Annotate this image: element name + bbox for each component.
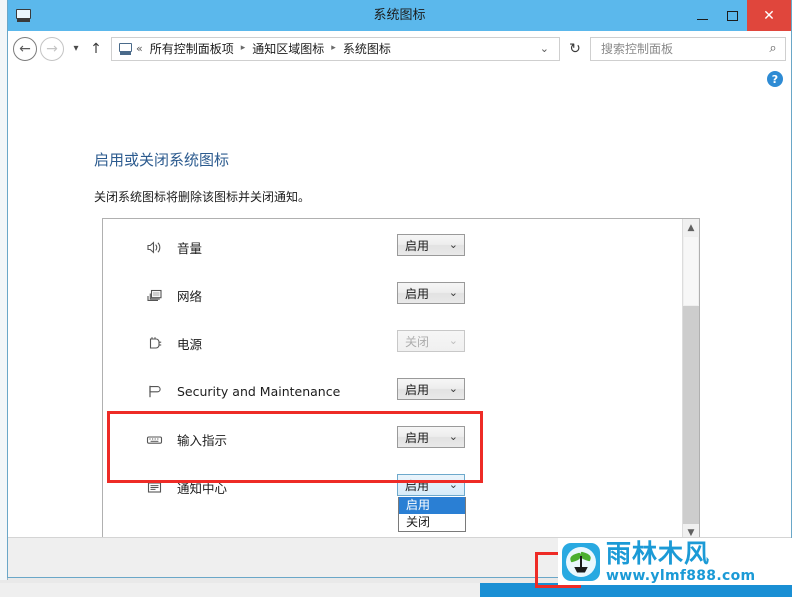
power-plug-icon-svg [149, 336, 161, 349]
content-area: ? 启用或关闭系统图标 关闭系统图标将删除该图标并关闭通知。 启用 [8, 66, 791, 597]
screen: 系统图标 ✕ ← → ▾ ↑ « 所有控制面板项 ▸ 通知区域图标 ▸ 系统图标… [0, 0, 792, 597]
taskbar-left-segment [0, 583, 480, 597]
breadcrumb-lead-separator: « [136, 42, 143, 55]
address-bar[interactable]: « 所有控制面板项 ▸ 通知区域图标 ▸ 系统图标 ⌄ [111, 36, 560, 61]
window-title: 系统图标 [373, 8, 426, 23]
window-icon [8, 0, 38, 31]
state-select-open[interactable]: 启用 ⌄ 启用 关闭 [397, 474, 466, 532]
notification-center-icon [143, 477, 165, 497]
breadcrumb-item-system-icons[interactable]: 系统图标 [340, 38, 394, 59]
control-panel-window: 系统图标 ✕ ← → ▾ ↑ « 所有控制面板项 ▸ 通知区域图标 ▸ 系统图标… [7, 0, 792, 597]
computer-icon [115, 42, 135, 55]
row-control: 启用 ⌄ [397, 234, 465, 256]
keyboard-icon-svg [146, 435, 162, 444]
page-title: 启用或关闭系统图标 [94, 151, 230, 169]
breadcrumb-separator-1[interactable]: ▸ [241, 44, 246, 53]
list-inner: 启用 ⌄ [103, 219, 682, 532]
scrollbar-track[interactable] [683, 306, 699, 524]
taskbar[interactable] [0, 583, 792, 597]
row-label: 音量 [177, 240, 203, 256]
search-input[interactable] [599, 40, 765, 57]
row-label: 通知中心 [177, 480, 228, 496]
row-control: 关闭 ⌄ [397, 330, 465, 352]
back-button[interactable]: ← [13, 36, 37, 61]
breadcrumb-item-all-items[interactable]: 所有控制面板项 [147, 38, 237, 59]
table-row[interactable]: Security and Maintenance 启用 ⌄ [103, 367, 682, 415]
state-select: 关闭 ⌄ [397, 330, 465, 352]
state-select-value: 启用 [405, 430, 430, 445]
watermark-url: www.ylmf888.com [606, 567, 756, 584]
volume-icon [143, 237, 165, 257]
state-select-value: 启用 [405, 238, 430, 253]
up-button[interactable]: ↑ [85, 37, 107, 61]
system-icons-list: 启用 ⌄ [102, 218, 700, 542]
navigation-bar: ← → ▾ ↑ « 所有控制面板项 ▸ 通知区域图标 ▸ 系统图标 ⌄ ↻ 搜索… [8, 31, 791, 66]
chevron-down-icon: ⌄ [448, 382, 458, 395]
chevron-down-icon: ⌄ [448, 286, 458, 299]
minimize-button[interactable] [687, 0, 717, 31]
row-control: 启用 ⌄ [397, 378, 465, 400]
row-control: 启用 ⌄ [397, 282, 465, 304]
state-select-options: 启用 关闭 [398, 497, 466, 532]
list-scroll-view: 启用 ⌄ [103, 219, 682, 541]
state-select[interactable]: 启用 ⌄ [397, 234, 465, 256]
maximize-button[interactable] [717, 0, 747, 31]
row-label: 网络 [177, 288, 203, 304]
keyboard-icon [143, 429, 165, 449]
network-icon-svg [146, 289, 162, 301]
scrollbar-thumb[interactable] [683, 236, 699, 306]
power-plug-icon [143, 333, 165, 353]
network-icon [143, 285, 165, 305]
state-select[interactable]: 启用 ⌄ [397, 426, 465, 448]
flag-icon [143, 381, 165, 401]
watermark-brand: 雨林木风 [606, 538, 711, 568]
recent-locations-button[interactable]: ▾ [67, 37, 85, 61]
monitor-icon [15, 9, 31, 22]
state-select[interactable]: 启用 ⌄ [397, 282, 465, 304]
page-description: 关闭系统图标将删除该图标并关闭通知。 [94, 190, 311, 204]
breadcrumb: « 所有控制面板项 ▸ 通知区域图标 ▸ 系统图标 [135, 38, 533, 59]
help-icon[interactable]: ? [767, 71, 783, 87]
state-select-value: 关闭 [405, 334, 430, 349]
refresh-button[interactable]: ↻ [564, 41, 586, 57]
table-row[interactable]: 音量 启用 ⌄ [103, 223, 682, 271]
volume-icon-svg [146, 240, 160, 254]
option-enable[interactable]: 启用 [399, 497, 465, 514]
row-label: 输入指示 [177, 432, 228, 448]
table-row[interactable]: 输入指示 启用 ⌄ [103, 415, 682, 463]
address-dropdown-icon[interactable]: ⌄ [533, 42, 556, 55]
sprout-logo-icon [562, 542, 600, 581]
option-disable[interactable]: 关闭 [399, 514, 465, 531]
row-label: 电源 [177, 336, 203, 352]
row-label: Security and Maintenance [177, 383, 341, 399]
state-select[interactable]: 启用 ⌄ [397, 378, 465, 400]
chevron-down-icon: ⌄ [448, 478, 458, 491]
close-button[interactable]: ✕ [747, 0, 791, 31]
row-control: 启用 ⌄ [397, 426, 465, 448]
chevron-down-icon: ⌄ [448, 430, 458, 443]
chevron-down-icon: ⌄ [448, 238, 458, 251]
watermark: 雨林木风 www.ylmf888.com [558, 538, 792, 585]
scroll-up-button[interactable]: ▲ [683, 219, 699, 236]
state-select-value: 启用 [405, 286, 430, 301]
row-control: 启用 ⌄ 启用 关闭 [397, 474, 466, 532]
search-icon[interactable]: ⌕ [765, 41, 781, 56]
table-row[interactable]: 电源 关闭 ⌄ [103, 319, 682, 367]
breadcrumb-item-notification-area[interactable]: 通知区域图标 [249, 38, 327, 59]
window-controls: ✕ [687, 0, 791, 31]
maximize-icon [726, 10, 738, 21]
list-scrollbar[interactable]: ▲ ▼ [682, 219, 699, 541]
search-box[interactable]: ⌕ [590, 36, 786, 61]
breadcrumb-separator-2[interactable]: ▸ [331, 44, 336, 53]
table-row[interactable]: 网络 启用 ⌄ [103, 271, 682, 319]
minimize-icon [696, 18, 708, 21]
forward-button[interactable]: → [40, 36, 64, 61]
state-select-value: 启用 [405, 478, 430, 493]
flag-icon-svg [148, 385, 161, 397]
notification-center-icon-svg [147, 481, 161, 493]
title-bar[interactable]: 系统图标 ✕ [8, 0, 791, 31]
chevron-down-icon: ⌄ [448, 334, 458, 347]
state-select-value: 启用 [405, 382, 430, 397]
table-row[interactable]: 通知中心 启用 ⌄ 启用 关闭 [103, 463, 682, 532]
